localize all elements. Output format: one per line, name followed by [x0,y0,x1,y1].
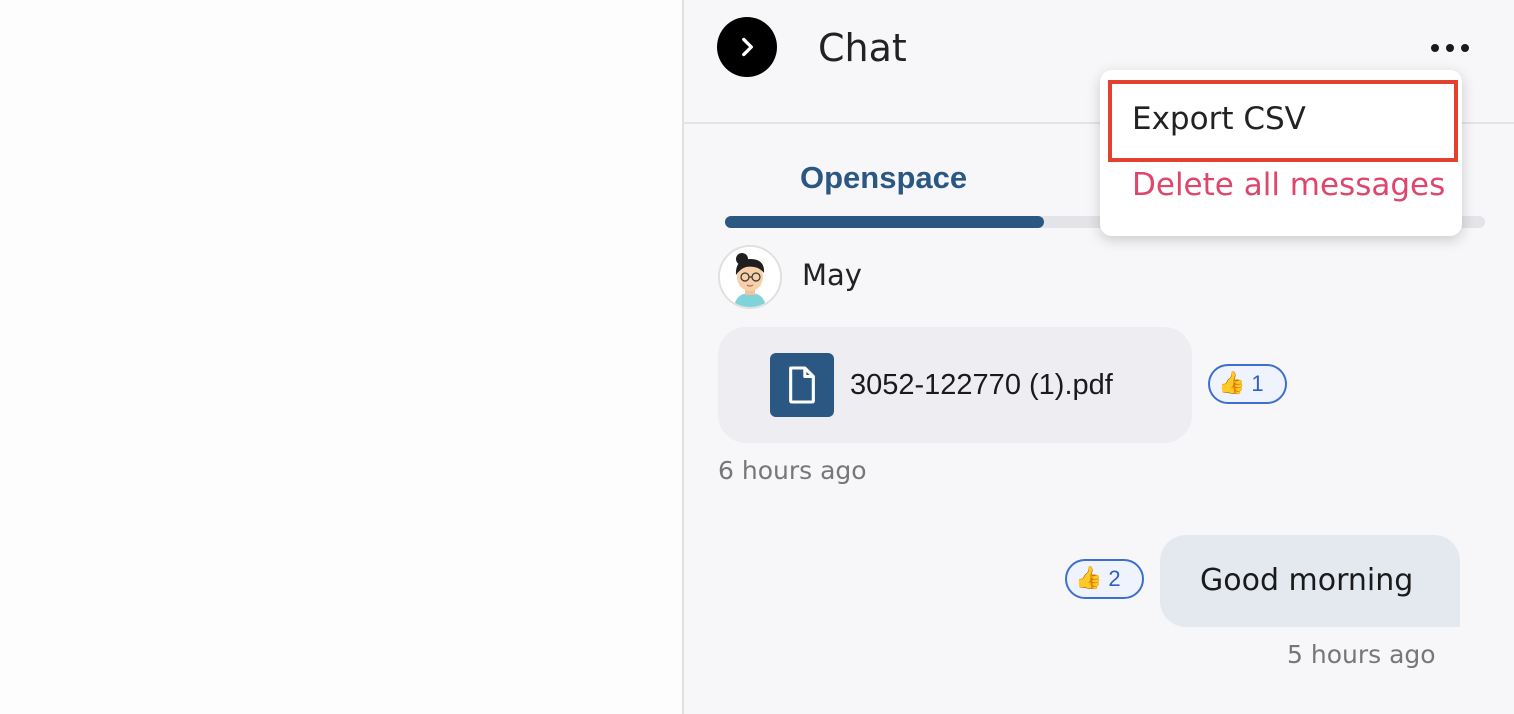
export-csv-menu-item[interactable]: Export CSV [1132,101,1306,137]
file-icon [770,353,834,417]
left-pane [0,0,682,714]
chevron-right-icon [742,37,753,57]
thumbs-up-icon: 👍 [1218,371,1246,396]
sender-name: May [802,258,862,292]
avatar[interactable] [718,245,782,309]
reaction-count: 2 [1108,566,1121,591]
thumbs-up-icon: 👍 [1075,566,1103,591]
file-name: 3052-122770 (1).pdf [850,369,1113,401]
tab-active-indicator [725,216,1045,228]
message-timestamp: 5 hours ago [1287,640,1436,669]
more-dot-icon [1431,44,1439,52]
delete-all-messages-menu-item[interactable]: Delete all messages [1132,167,1445,203]
chat-panel: Chat Openspace May 3052-122770 (1).pdf 👍… [682,0,1514,714]
message-bubble[interactable]: Good morning [1160,535,1460,627]
more-options-button[interactable] [1428,38,1472,58]
message-timestamp: 6 hours ago [718,456,867,485]
message-text: Good morning [1200,563,1414,598]
tab-openspace[interactable]: Openspace [800,160,967,196]
reaction-count: 1 [1251,371,1264,396]
more-dot-icon [1446,44,1454,52]
reaction-badge[interactable]: 👍 2 [1065,559,1144,599]
collapse-panel-button[interactable] [717,17,777,77]
page-title: Chat [818,26,907,70]
file-attachment[interactable]: 3052-122770 (1).pdf [718,327,1192,443]
options-dropdown-menu: Export CSV Delete all messages [1100,70,1462,236]
more-dot-icon [1461,44,1469,52]
avatar-illustration-icon [720,247,780,307]
reaction-badge[interactable]: 👍 1 [1208,364,1287,404]
